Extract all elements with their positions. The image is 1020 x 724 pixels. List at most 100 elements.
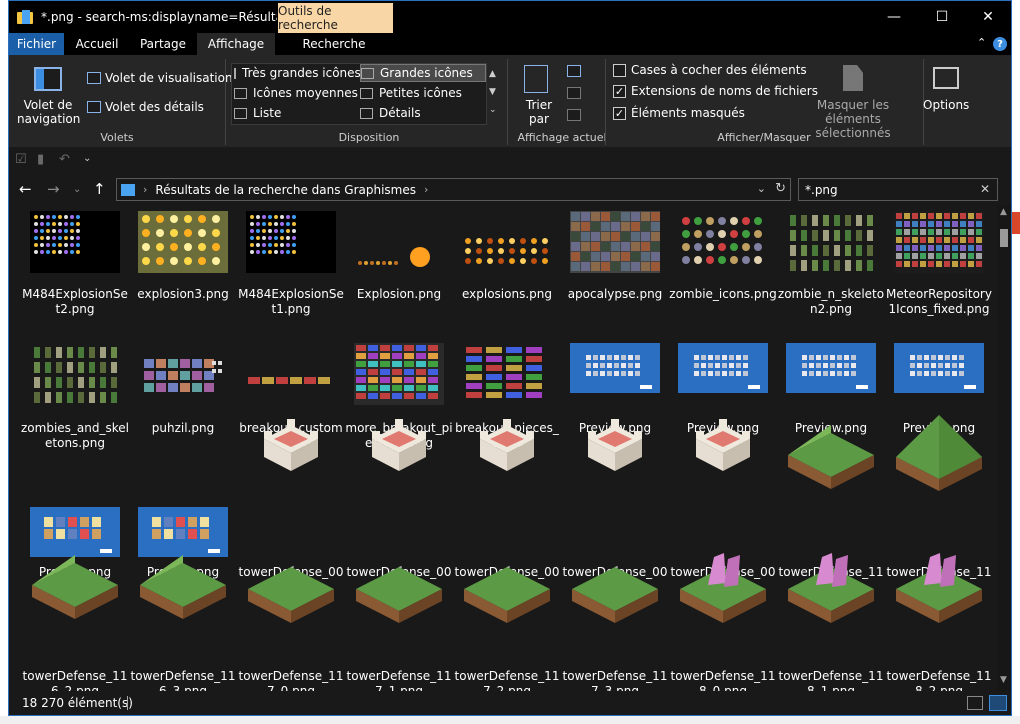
file-thumbnail[interactable] (138, 343, 228, 408)
file-item[interactable]: explosion3.png (129, 207, 237, 337)
file-thumbnail[interactable] (570, 211, 660, 276)
file-thumbnail[interactable] (786, 535, 876, 638)
file-thumbnail[interactable] (354, 535, 444, 638)
recent-locations-icon[interactable]: ⌄ (73, 184, 81, 195)
back-button[interactable]: ← (19, 180, 32, 198)
collapse-ribbon-icon[interactable]: ⌃ (977, 36, 986, 49)
file-name[interactable]: towerDefense_118_0.png (669, 669, 777, 691)
new-folder-icon[interactable]: ▮ (37, 152, 44, 167)
file-name[interactable]: towerDefense_116_2.png (21, 669, 129, 691)
forward-button[interactable]: → (47, 180, 60, 198)
refresh-icon[interactable]: ↻ (775, 181, 786, 196)
file-item[interactable]: towerDefense_117_2.png (453, 567, 561, 691)
file-thumbnail[interactable] (246, 405, 336, 508)
file-thumbnail[interactable] (138, 535, 228, 638)
file-name[interactable]: explosion3.png (129, 287, 237, 302)
file-item[interactable]: towerDefense_118_0.png (669, 553, 777, 691)
file-name[interactable]: apocalypse.png (561, 287, 669, 302)
file-thumbnail[interactable] (354, 211, 444, 276)
file-thumbnail[interactable] (786, 405, 876, 508)
file-thumbnail[interactable] (462, 405, 552, 508)
file-thumbnail[interactable] (246, 343, 336, 408)
file-thumbnail[interactable] (570, 405, 660, 508)
file-name[interactable]: puhzil.png (129, 421, 237, 436)
preview-pane-button[interactable]: Volet de visualisation (105, 71, 233, 85)
file-item[interactable]: towerDefense_118_1.png (777, 553, 885, 691)
size-columns-icon[interactable] (567, 109, 581, 121)
file-name[interactable]: explosions.png (453, 287, 561, 302)
layout-small-icons[interactable]: Petites icônes (360, 84, 486, 102)
properties-icon[interactable]: ☑ (15, 152, 27, 167)
layout-list[interactable]: Liste (234, 104, 360, 122)
chevron-right-icon[interactable]: › (424, 183, 428, 196)
file-item[interactable]: towerDefense_116_2.png (21, 555, 129, 691)
scrollbar-thumb[interactable] (1000, 229, 1008, 247)
customize-qat-icon[interactable]: ⌄ (83, 153, 91, 164)
file-thumbnail[interactable] (678, 211, 768, 276)
file-thumbnail[interactable] (786, 211, 876, 276)
tab-recherche[interactable]: Recherche (294, 33, 374, 55)
layout-large-icons[interactable]: Grandes icônes (360, 64, 486, 82)
file-name[interactable]: towerDefense_117_0.png (237, 669, 345, 691)
file-thumbnail[interactable] (570, 343, 660, 408)
close-button[interactable]: ✕ (965, 1, 1011, 33)
file-name[interactable]: zombie_n_skeleton2.png (777, 287, 885, 317)
file-thumbnail[interactable] (786, 343, 876, 408)
address-path[interactable]: Résultats de la recherche dans Graphisme… (155, 183, 416, 197)
address-dropdown-icon[interactable]: ⌄ (757, 182, 766, 195)
file-item[interactable]: zombie_n_skeleton2.png (777, 207, 885, 337)
file-thumbnail[interactable] (894, 343, 984, 408)
file-item[interactable]: M484ExplosionSet2.png (21, 207, 129, 337)
help-icon[interactable]: ? (993, 37, 1007, 51)
layout-extra-large-icons[interactable]: Très grandes icônes (234, 64, 361, 82)
file-thumbnail[interactable] (462, 211, 552, 276)
file-thumbnail[interactable] (678, 405, 768, 508)
address-bar[interactable]: › Résultats de la recherche dans Graphis… (116, 178, 791, 201)
clear-search-icon[interactable]: ✕ (980, 182, 990, 196)
navigation-pane-icon[interactable] (34, 67, 62, 91)
file-item[interactable]: towerDefense_118_2.png (885, 553, 993, 691)
file-item[interactable]: zombie_icons.png (669, 207, 777, 337)
sort-by-button[interactable]: Trier par (519, 98, 559, 126)
file-name[interactable]: towerDefense_117_2.png (453, 669, 561, 691)
file-item[interactable]: towerDefense_117_1.png (345, 567, 453, 691)
add-columns-icon[interactable] (567, 87, 581, 99)
file-name[interactable]: M484ExplosionSet1.png (237, 287, 345, 317)
maximize-button[interactable]: ☐ (919, 1, 965, 33)
file-item[interactable]: apocalypse.png (561, 207, 669, 337)
file-thumbnail[interactable] (462, 343, 552, 408)
layout-details[interactable]: Détails (360, 104, 486, 122)
hidden-items-checkbox[interactable]: ✓ (613, 107, 626, 120)
file-thumbnail[interactable] (462, 535, 552, 638)
title-bar[interactable]: *.png - search-ms:displayname=Résultats%… (9, 1, 1011, 33)
file-thumbnail[interactable] (678, 535, 768, 638)
search-tools-context-tab[interactable]: Outils de recherche (278, 3, 393, 33)
file-name[interactable]: towerDefense_118_2.png (885, 669, 993, 691)
large-icons-view-icon[interactable] (989, 695, 1007, 711)
file-thumbnail[interactable] (354, 343, 444, 408)
file-thumbnail[interactable] (30, 535, 120, 638)
undo-icon[interactable]: ↶ (59, 152, 70, 167)
tab-accueil[interactable]: Accueil (67, 33, 127, 55)
group-by-icon[interactable] (567, 65, 581, 77)
file-name[interactable]: towerDefense_118_1.png (777, 669, 885, 691)
file-name[interactable]: towerDefense_116_3.png (129, 669, 237, 691)
scroll-up-icon[interactable]: ▲ (1000, 207, 1007, 217)
file-name[interactable]: towerDefense_117_3.png (561, 669, 669, 691)
file-thumbnail[interactable] (30, 343, 120, 408)
file-thumbnail[interactable] (354, 405, 444, 508)
file-name[interactable]: M484ExplosionSet2.png (21, 287, 129, 317)
file-name[interactable]: Explosion.png (345, 287, 453, 302)
file-thumbnail[interactable] (678, 343, 768, 408)
file-thumbnail[interactable] (30, 211, 120, 276)
file-thumbnail[interactable] (246, 535, 336, 638)
chevron-right-icon[interactable]: › (143, 183, 147, 196)
up-button[interactable]: ↑ (93, 180, 106, 198)
file-thumbnail[interactable] (246, 211, 336, 276)
file-extensions-checkbox[interactable]: ✓ (613, 85, 626, 98)
file-item[interactable]: Explosion.png (345, 207, 453, 337)
file-thumbnail[interactable] (570, 535, 660, 638)
file-thumbnail[interactable] (138, 211, 228, 276)
file-item[interactable]: MeteorRepository1Icons_fixed.png (885, 207, 993, 337)
file-name[interactable]: zombie_icons.png (669, 287, 777, 302)
